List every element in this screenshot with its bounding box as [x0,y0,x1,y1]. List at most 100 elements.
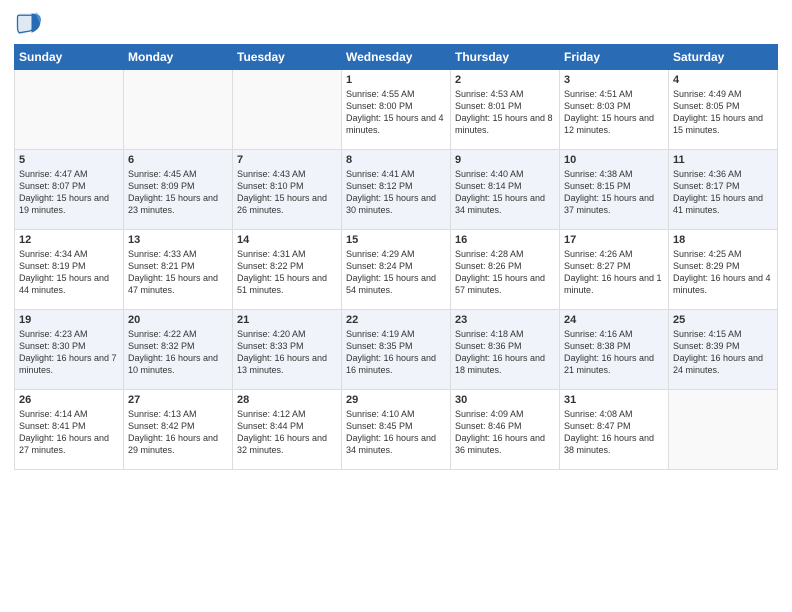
day-cell: 1 Sunrise: 4:55 AM Sunset: 8:00 PM Daylig… [342,70,451,150]
day-info: Sunrise: 4:26 AM Sunset: 8:27 PM Dayligh… [564,248,664,297]
day-number: 31 [564,394,664,406]
day-cell: 18Sunrise: 4:25 AM Sunset: 8:29 PM Dayli… [669,230,778,310]
day-info: Sunrise: 4:55 AM Sunset: 8:00 PM Dayligh… [346,88,446,137]
day-number: 17 [564,234,664,246]
day-number: 4 [673,74,773,86]
day-number: 3 [564,74,664,86]
day-number: 9 [455,154,555,166]
day-info: Sunrise: 4:18 AM Sunset: 8:36 PM Dayligh… [455,328,555,377]
day-number: 16 [455,234,555,246]
day-cell: 5 Sunrise: 4:47 AM Sunset: 8:07 PM Daylig… [15,150,124,230]
day-number: 27 [128,394,228,406]
header-cell-monday: Monday [124,45,233,70]
day-number: 14 [237,234,337,246]
day-cell: 16 Sunrise: 4:28 AM Sunset: 8:26 PM Dayli… [451,230,560,310]
day-cell [15,70,124,150]
header-cell-wednesday: Wednesday [342,45,451,70]
day-info: Sunrise: 4:23 AM Sunset: 8:30 PM Dayligh… [19,328,119,377]
logo-icon [14,10,42,38]
day-cell: 30Sunrise: 4:09 AM Sunset: 8:46 PM Dayli… [451,390,560,470]
day-info: Sunrise: 4:33 AM Sunset: 8:21 PM Dayligh… [128,248,228,297]
day-cell: 27Sunrise: 4:13 AM Sunset: 8:42 PM Dayli… [124,390,233,470]
day-cell: 21 Sunrise: 4:20 AM Sunset: 8:33 PM Dayli… [233,310,342,390]
header-row: SundayMondayTuesdayWednesdayThursdayFrid… [15,45,778,70]
day-info: Sunrise: 4:53 AM Sunset: 8:01 PM Dayligh… [455,88,555,137]
day-info: Sunrise: 4:14 AM Sunset: 8:41 PM Dayligh… [19,408,119,457]
week-row-0: 1 Sunrise: 4:55 AM Sunset: 8:00 PM Daylig… [15,70,778,150]
day-info: Sunrise: 4:47 AM Sunset: 8:07 PM Dayligh… [19,168,119,217]
header-cell-saturday: Saturday [669,45,778,70]
day-info: Sunrise: 4:20 AM Sunset: 8:33 PM Dayligh… [237,328,337,377]
day-cell: 28Sunrise: 4:12 AM Sunset: 8:44 PM Dayli… [233,390,342,470]
header-cell-friday: Friday [560,45,669,70]
day-cell: 22 Sunrise: 4:19 AM Sunset: 8:35 PM Dayli… [342,310,451,390]
day-cell: 3 Sunrise: 4:51 AM Sunset: 8:03 PM Daylig… [560,70,669,150]
day-info: Sunrise: 4:29 AM Sunset: 8:24 PM Dayligh… [346,248,446,297]
day-cell: 17 Sunrise: 4:26 AM Sunset: 8:27 PM Dayli… [560,230,669,310]
day-cell: 29 Sunrise: 4:10 AM Sunset: 8:45 PM Dayli… [342,390,451,470]
day-info: Sunrise: 4:08 AM Sunset: 8:47 PM Dayligh… [564,408,664,457]
day-info: Sunrise: 4:43 AM Sunset: 8:10 PM Dayligh… [237,168,337,217]
day-cell [233,70,342,150]
day-number: 5 [19,154,119,166]
day-info: Sunrise: 4:49 AM Sunset: 8:05 PM Dayligh… [673,88,773,137]
day-number: 7 [237,154,337,166]
day-number: 26 [19,394,119,406]
day-info: Sunrise: 4:40 AM Sunset: 8:14 PM Dayligh… [455,168,555,217]
week-row-4: 26 Sunrise: 4:14 AM Sunset: 8:41 PM Dayli… [15,390,778,470]
day-number: 28 [237,394,337,406]
day-number: 22 [346,314,446,326]
day-number: 23 [455,314,555,326]
day-number: 20 [128,314,228,326]
day-info: Sunrise: 4:34 AM Sunset: 8:19 PM Dayligh… [19,248,119,297]
day-cell: 19 Sunrise: 4:23 AM Sunset: 8:30 PM Dayli… [15,310,124,390]
day-cell [124,70,233,150]
day-info: Sunrise: 4:41 AM Sunset: 8:12 PM Dayligh… [346,168,446,217]
day-cell: 14 Sunrise: 4:31 AM Sunset: 8:22 PM Dayli… [233,230,342,310]
day-cell: 9 Sunrise: 4:40 AM Sunset: 8:14 PM Daylig… [451,150,560,230]
day-info: Sunrise: 4:28 AM Sunset: 8:26 PM Dayligh… [455,248,555,297]
day-info: Sunrise: 4:36 AM Sunset: 8:17 PM Dayligh… [673,168,773,217]
day-info: Sunrise: 4:38 AM Sunset: 8:15 PM Dayligh… [564,168,664,217]
day-cell: 31 Sunrise: 4:08 AM Sunset: 8:47 PM Dayli… [560,390,669,470]
day-number: 30 [455,394,555,406]
week-row-3: 19 Sunrise: 4:23 AM Sunset: 8:30 PM Dayli… [15,310,778,390]
day-info: Sunrise: 4:22 AM Sunset: 8:32 PM Dayligh… [128,328,228,377]
day-number: 29 [346,394,446,406]
day-info: Sunrise: 4:19 AM Sunset: 8:35 PM Dayligh… [346,328,446,377]
day-cell: 11 Sunrise: 4:36 AM Sunset: 8:17 PM Dayli… [669,150,778,230]
day-info: Sunrise: 4:10 AM Sunset: 8:45 PM Dayligh… [346,408,446,457]
day-number: 10 [564,154,664,166]
day-cell [669,390,778,470]
day-cell: 10 Sunrise: 4:38 AM Sunset: 8:15 PM Dayli… [560,150,669,230]
day-cell: 26 Sunrise: 4:14 AM Sunset: 8:41 PM Dayli… [15,390,124,470]
day-cell: 23 Sunrise: 4:18 AM Sunset: 8:36 PM Dayli… [451,310,560,390]
day-cell: 25Sunrise: 4:15 AM Sunset: 8:39 PM Dayli… [669,310,778,390]
header [14,10,778,38]
day-number: 2 [455,74,555,86]
header-cell-tuesday: Tuesday [233,45,342,70]
day-info: Sunrise: 4:31 AM Sunset: 8:22 PM Dayligh… [237,248,337,297]
day-cell: 20 Sunrise: 4:22 AM Sunset: 8:32 PM Dayli… [124,310,233,390]
day-cell: 13 Sunrise: 4:33 AM Sunset: 8:21 PM Dayli… [124,230,233,310]
day-number: 25 [673,314,773,326]
day-cell: 4 Sunrise: 4:49 AM Sunset: 8:05 PM Daylig… [669,70,778,150]
day-number: 8 [346,154,446,166]
day-info: Sunrise: 4:51 AM Sunset: 8:03 PM Dayligh… [564,88,664,137]
week-row-1: 5 Sunrise: 4:47 AM Sunset: 8:07 PM Daylig… [15,150,778,230]
day-cell: 7 Sunrise: 4:43 AM Sunset: 8:10 PM Daylig… [233,150,342,230]
day-cell: 15Sunrise: 4:29 AM Sunset: 8:24 PM Dayli… [342,230,451,310]
day-number: 19 [19,314,119,326]
day-number: 1 [346,74,446,86]
day-number: 11 [673,154,773,166]
day-number: 18 [673,234,773,246]
day-info: Sunrise: 4:45 AM Sunset: 8:09 PM Dayligh… [128,168,228,217]
day-cell: 8 Sunrise: 4:41 AM Sunset: 8:12 PM Daylig… [342,150,451,230]
day-number: 13 [128,234,228,246]
header-cell-thursday: Thursday [451,45,560,70]
week-row-2: 12Sunrise: 4:34 AM Sunset: 8:19 PM Dayli… [15,230,778,310]
header-cell-sunday: Sunday [15,45,124,70]
day-cell: 2 Sunrise: 4:53 AM Sunset: 8:01 PM Daylig… [451,70,560,150]
calendar-table: SundayMondayTuesdayWednesdayThursdayFrid… [14,44,778,470]
day-number: 21 [237,314,337,326]
